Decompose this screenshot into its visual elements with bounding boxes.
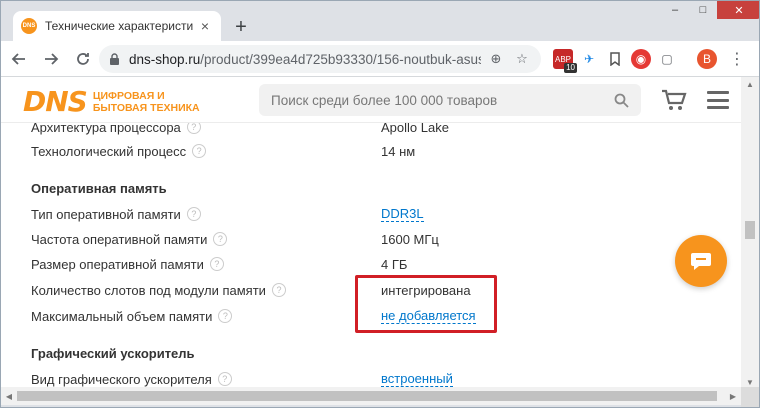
slogan-line-2: БЫТОВАЯ ТЕХНИКА: [92, 101, 200, 114]
scroll-right-icon[interactable]: ▶: [725, 387, 741, 405]
tab-close-icon[interactable]: ×: [197, 18, 213, 34]
spec-label: Размер оперативной памяти?: [31, 257, 381, 272]
spec-row: Частота оперативной памяти? 1600 МГц: [31, 228, 711, 250]
forward-arrow-icon: [45, 52, 59, 65]
scrollbar-corner: [741, 387, 759, 407]
help-icon[interactable]: ?: [217, 372, 232, 386]
menu-dots-icon[interactable]: ⋮: [727, 49, 747, 69]
help-icon[interactable]: ?: [186, 207, 201, 221]
spec-label: Вид графического ускорителя?: [31, 372, 381, 387]
spec-row: Технологический процесс? 14 нм: [31, 140, 711, 162]
vertical-scroll-thumb[interactable]: [745, 221, 755, 239]
tab-title: Технические характеристики 15: [45, 19, 193, 33]
adblock-extension-icon[interactable]: ABP 10: [553, 49, 577, 73]
spec-label: Количество слотов под модули памяти?: [31, 283, 381, 298]
url-text: dns-shop.ru/product/399ea4d725b93330/156…: [129, 52, 481, 67]
back-button[interactable]: [5, 45, 33, 73]
profile-avatar[interactable]: B: [697, 49, 717, 69]
spec-label: Технологический процесс?: [31, 144, 381, 159]
section-title-gpu: Графический ускоритель: [31, 346, 195, 361]
scroll-left-icon[interactable]: ◀: [1, 387, 17, 405]
minimize-button[interactable]: –: [661, 1, 689, 19]
specs-content: Архитектура процессора? Apollo Lake Техн…: [1, 123, 741, 387]
spec-row: Архитектура процессора? Apollo Lake: [31, 123, 711, 138]
spec-value: 4 ГБ: [381, 256, 408, 272]
dns-favicon-icon: DNS: [21, 18, 37, 34]
spec-value: Apollo Lake: [381, 123, 449, 135]
spec-value-link[interactable]: DDR3L: [381, 206, 424, 222]
install-icon[interactable]: ⊕: [485, 48, 507, 70]
horizontal-scrollbar[interactable]: ◀ ▶: [1, 387, 741, 405]
help-icon[interactable]: ?: [218, 309, 233, 323]
telegram-extension-icon[interactable]: ✈: [579, 49, 599, 69]
spec-row: Тип оперативной памяти? DDR3L: [31, 203, 711, 225]
screenshot-extension-icon[interactable]: ▢: [657, 49, 677, 69]
spec-label-text: Архитектура процессора: [31, 123, 181, 135]
logo-slogan: ЦИФРОВАЯ И БЫТОВАЯ ТЕХНИКА: [93, 90, 200, 114]
annotation-highlight-box: [355, 275, 497, 333]
dns-logo[interactable]: DNS ЦИФРОВАЯ И БЫТОВАЯ ТЕХНИКА: [23, 85, 200, 118]
help-icon[interactable]: ?: [192, 144, 207, 158]
browser-window: DNS Технические характеристики 15 × + – …: [0, 0, 760, 408]
browser-tab[interactable]: DNS Технические характеристики 15 ×: [13, 11, 221, 41]
url-host: dns-shop.ru: [129, 51, 201, 67]
site-search-input[interactable]: Поиск среди более 100 000 товаров: [259, 84, 641, 116]
browser-toolbar: dns-shop.ru/product/399ea4d725b93330/156…: [1, 41, 759, 77]
spec-label-text: Тип оперативной памяти: [31, 206, 181, 222]
spec-row: Размер оперативной памяти? 4 ГБ: [31, 253, 711, 275]
search-icon[interactable]: [613, 92, 629, 108]
address-bar[interactable]: dns-shop.ru/product/399ea4d725b93330/156…: [99, 45, 541, 73]
hamburger-menu-icon[interactable]: [707, 91, 729, 109]
spec-label-text: Вид графического ускорителя: [31, 371, 212, 387]
spec-value-link[interactable]: встроенный: [381, 371, 453, 387]
spec-label-text: Максимальный объем памяти: [31, 308, 213, 324]
vertical-scrollbar[interactable]: ▲ ▼: [741, 77, 759, 389]
spec-label-text: Технологический процесс: [31, 143, 187, 159]
bookmark-star-icon[interactable]: ☆: [511, 48, 533, 70]
spec-label-text: Частота оперативной памяти: [31, 231, 208, 247]
help-icon[interactable]: ?: [186, 123, 201, 134]
extension-badge: 10: [564, 63, 577, 73]
spec-value: 1600 МГц: [381, 231, 439, 247]
reload-button[interactable]: [69, 45, 97, 73]
maximize-button[interactable]: □: [689, 1, 717, 19]
site-header: DNS ЦИФРОВАЯ И БЫТОВАЯ ТЕХНИКА Поиск сред…: [1, 77, 741, 123]
forward-button[interactable]: [37, 45, 65, 73]
spec-label: Частота оперативной памяти?: [31, 232, 381, 247]
close-window-button[interactable]: ✕: [717, 1, 759, 19]
bookmark-extension-icon[interactable]: [605, 49, 625, 69]
chat-button[interactable]: [675, 235, 727, 287]
cart-icon[interactable]: [661, 89, 687, 111]
horizontal-scroll-thumb[interactable]: [17, 391, 717, 401]
help-icon[interactable]: ?: [213, 232, 228, 246]
spec-label: Тип оперативной памяти?: [31, 207, 381, 222]
spec-label-text: Количество слотов под модули памяти: [31, 282, 266, 298]
spec-value: 14 нм: [381, 143, 416, 159]
slogan-line-1: ЦИФРОВАЯ И: [92, 89, 165, 102]
spec-label: Архитектура процессора?: [31, 123, 381, 135]
tab-strip: DNS Технические характеристики 15 × + – …: [1, 1, 759, 41]
url-path: /product/399ea4d725b93330/156-noutbuk-as…: [200, 51, 481, 67]
new-tab-button[interactable]: +: [229, 15, 253, 39]
spec-label: Максимальный объем памяти?: [31, 309, 381, 324]
search-placeholder: Поиск среди более 100 000 товаров: [271, 92, 498, 108]
chat-icon: [691, 253, 711, 270]
help-icon[interactable]: ?: [271, 283, 286, 297]
logo-text: DNS: [23, 85, 88, 118]
window-controls: – □ ✕: [661, 1, 759, 21]
reload-icon: [77, 52, 89, 65]
spec-label-text: Размер оперативной памяти: [31, 256, 204, 272]
lock-icon: [107, 52, 121, 66]
section-title-ram: Оперативная память: [31, 181, 167, 196]
back-arrow-icon: [11, 52, 25, 65]
spec-row: Вид графического ускорителя? встроенный: [31, 368, 711, 387]
help-icon[interactable]: ?: [209, 257, 224, 271]
scroll-up-icon[interactable]: ▲: [741, 77, 759, 91]
opera-extension-icon[interactable]: ◉: [631, 49, 651, 69]
